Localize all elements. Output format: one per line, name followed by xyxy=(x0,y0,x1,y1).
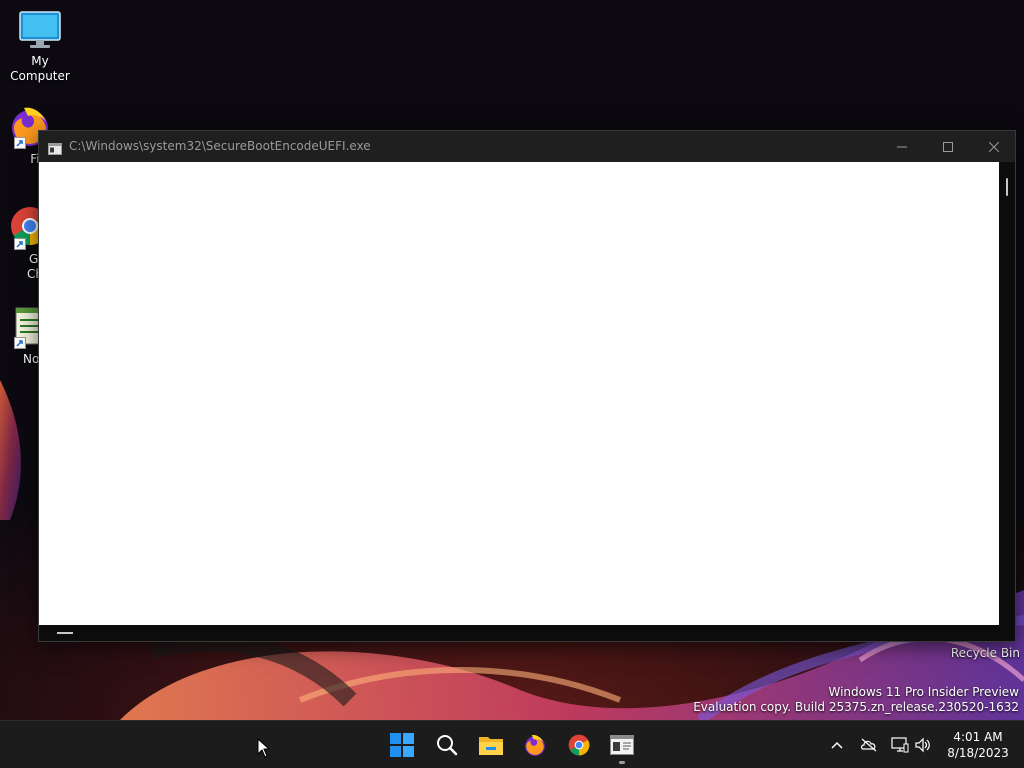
chevron-up-icon xyxy=(831,741,843,749)
close-icon xyxy=(989,141,999,152)
search-icon xyxy=(437,735,458,756)
chrome-icon xyxy=(568,734,590,756)
window-titlebar[interactable]: C:\Windows\system32\SecureBootEncodeUEFI… xyxy=(39,131,1015,162)
search-button[interactable] xyxy=(431,729,463,761)
watermark-line-edition: Windows 11 Pro Insider Preview xyxy=(828,685,1019,699)
clock-time: 4:01 AM xyxy=(953,730,1003,744)
start-icon xyxy=(390,733,414,757)
display-button[interactable] xyxy=(890,735,910,755)
minimize-icon xyxy=(897,146,907,147)
minimize-button[interactable] xyxy=(879,131,925,162)
mouse-pointer-icon xyxy=(257,737,271,762)
window-title: C:\Windows\system32\SecureBootEncodeUEFI… xyxy=(69,139,371,153)
console-app-icon xyxy=(610,735,634,755)
evaluation-watermark: Windows 11 Pro Insider Preview Evaluatio… xyxy=(693,685,1019,715)
maximize-button[interactable] xyxy=(925,131,971,162)
console-app-icon xyxy=(48,140,62,159)
volume-button[interactable] xyxy=(913,735,933,755)
clock-date: 8/18/2023 xyxy=(947,746,1009,760)
scrollbar-thumb[interactable] xyxy=(1006,178,1008,196)
desktop-icon-recycle-bin[interactable]: Recycle Bin xyxy=(930,646,1020,660)
console-app-button[interactable] xyxy=(606,729,638,761)
file-explorer-button[interactable] xyxy=(475,729,507,761)
file-explorer-icon xyxy=(479,737,503,755)
firefox-button[interactable] xyxy=(519,729,551,761)
close-button[interactable] xyxy=(971,131,1017,162)
console-cursor xyxy=(57,632,73,634)
start-button[interactable] xyxy=(386,729,418,761)
taskbar: 4:01 AM 8/18/2023 xyxy=(0,720,1024,768)
shortcut-arrow-icon xyxy=(14,337,26,349)
shortcut-arrow-icon xyxy=(14,137,26,149)
network-status-button[interactable] xyxy=(859,735,879,755)
firefox-icon xyxy=(525,734,545,756)
monitor-icon xyxy=(19,11,61,48)
maximize-icon xyxy=(943,141,953,152)
show-hidden-icons-button[interactable] xyxy=(827,735,847,755)
chrome-button[interactable] xyxy=(563,729,595,761)
watermark-line-build: Evaluation copy. Build 25375.zn_release.… xyxy=(693,700,1019,714)
display-icon xyxy=(891,737,909,753)
desktop-icon-my-computer[interactable]: My Computer xyxy=(0,10,80,84)
shortcut-arrow-icon xyxy=(14,238,26,250)
running-app-indicator xyxy=(619,761,625,764)
network-offline-icon xyxy=(861,738,877,752)
console-output-area[interactable] xyxy=(39,162,999,625)
console-window[interactable]: C:\Windows\system32\SecureBootEncodeUEFI… xyxy=(38,130,1016,642)
taskbar-clock[interactable]: 4:01 AM 8/18/2023 xyxy=(940,729,1016,761)
desktop-icon-label: My Computer xyxy=(10,54,70,83)
volume-icon xyxy=(915,737,930,753)
vertical-scrollbar[interactable] xyxy=(999,162,1015,625)
